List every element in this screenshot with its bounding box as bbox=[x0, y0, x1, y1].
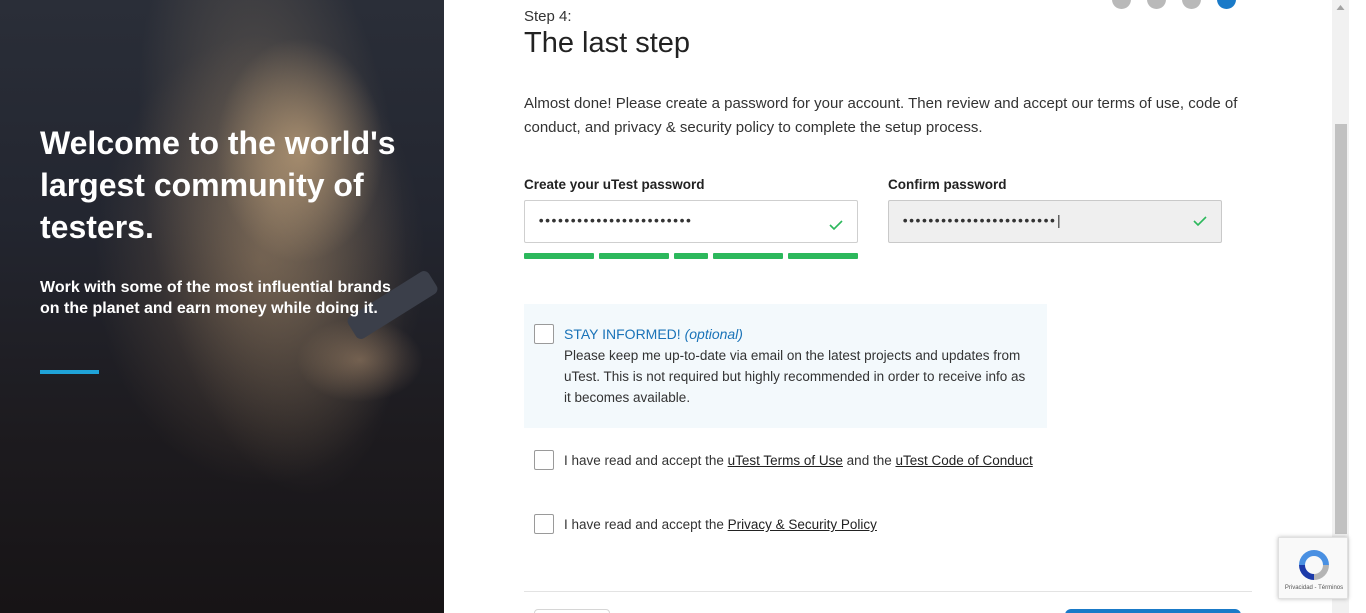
back-button[interactable] bbox=[534, 609, 610, 613]
page-title: The last step bbox=[524, 27, 691, 59]
stay-informed-text: Please keep me up-to-date via email on t… bbox=[564, 348, 1026, 405]
strength-segment bbox=[674, 253, 708, 259]
terms-checkbox[interactable] bbox=[534, 450, 554, 470]
recaptcha-badge[interactable]: Privacidad - Términos bbox=[1278, 537, 1348, 599]
recaptcha-footer[interactable]: Privacidad - Términos bbox=[1283, 585, 1345, 591]
privacy-policy-link[interactable]: Privacy & Security Policy bbox=[728, 517, 877, 532]
complete-setup-button[interactable] bbox=[1065, 609, 1241, 613]
window-edge bbox=[1349, 0, 1366, 613]
password-label: Create your uTest password bbox=[524, 177, 705, 192]
step-dot-3[interactable] bbox=[1182, 0, 1201, 9]
privacy-checkbox[interactable] bbox=[534, 514, 554, 534]
stay-informed-title: STAY INFORMED! (optional) bbox=[564, 326, 743, 342]
code-of-conduct-link[interactable]: uTest Code of Conduct bbox=[895, 453, 1032, 468]
step-dot-1[interactable] bbox=[1112, 0, 1131, 9]
terms-prefix: I have read and accept the bbox=[564, 453, 728, 468]
strength-segment bbox=[713, 253, 783, 259]
footer-divider bbox=[524, 591, 1252, 592]
privacy-prefix: I have read and accept the bbox=[564, 517, 728, 532]
hero-photo-highlight bbox=[115, 0, 444, 516]
hero-title: Welcome to the world's largest community… bbox=[40, 125, 396, 245]
strength-segment bbox=[599, 253, 669, 259]
stay-informed-checkbox[interactable] bbox=[534, 324, 554, 344]
step-dot-2[interactable] bbox=[1147, 0, 1166, 9]
hero-subtitle: Work with some of the most influential b… bbox=[40, 279, 391, 317]
step-dot-4-active[interactable] bbox=[1217, 0, 1236, 9]
scroll-up-arrow-icon[interactable] bbox=[1332, 0, 1349, 16]
strength-segment bbox=[524, 253, 594, 259]
stay-informed-optional: (optional) bbox=[684, 326, 743, 342]
strength-segment bbox=[788, 253, 858, 259]
recaptcha-icon bbox=[1299, 550, 1329, 580]
step-label: Step 4: bbox=[524, 8, 572, 25]
terms-consent-text: I have read and accept the uTest Terms o… bbox=[564, 450, 1034, 471]
confirm-password-label: Confirm password bbox=[888, 177, 1007, 192]
hero-accent-bar bbox=[40, 370, 99, 374]
terms-of-use-link[interactable]: uTest Terms of Use bbox=[728, 453, 843, 468]
check-icon bbox=[829, 220, 843, 231]
hero-panel: Welcome to the world's largest community… bbox=[0, 0, 444, 613]
check-icon bbox=[1193, 216, 1207, 227]
privacy-consent-text: I have read and accept the Privacy & Sec… bbox=[564, 514, 1034, 535]
terms-middle: and the bbox=[842, 453, 896, 468]
confirm-password-input[interactable] bbox=[888, 200, 1222, 243]
scrollbar-thumb[interactable] bbox=[1335, 124, 1347, 534]
password-input[interactable] bbox=[524, 200, 858, 243]
intro-text: Almost done! Please create a password fo… bbox=[524, 95, 1238, 136]
stay-informed-heading: STAY INFORMED! bbox=[564, 326, 681, 342]
